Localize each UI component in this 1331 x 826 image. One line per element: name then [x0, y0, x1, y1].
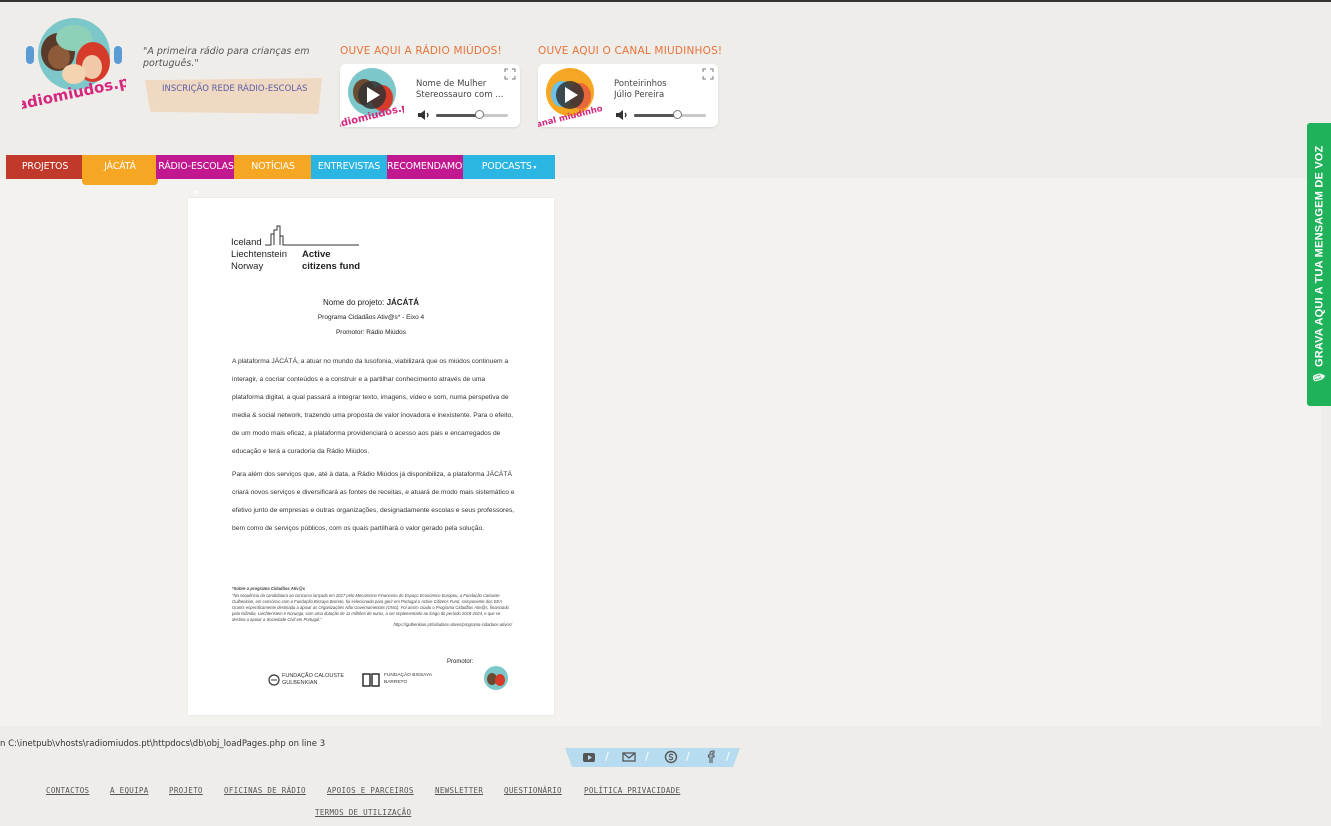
- tab-label: NOTÍCIAS: [251, 161, 295, 172]
- tab-noticias[interactable]: NOTÍCIAS: [234, 155, 312, 179]
- paragraph-1: A plataforma JÁCÁTÁ, a atuar no mundo da…: [232, 358, 514, 455]
- project-name-line: Nome do projeto: JÁCÁTÁ: [188, 298, 554, 307]
- song-artist: Stereossauro com ...: [416, 90, 504, 100]
- tagline: "A primeira rádio para crianças em portu…: [143, 46, 310, 69]
- project-label: Nome do projeto:: [322, 298, 385, 307]
- chevron-down-icon: ▾: [531, 164, 537, 171]
- radio-miudos-player: radiomiudos.pt Nome de Mulher Stereossau…: [340, 64, 520, 127]
- eea-line-2: Liechtenstein: [231, 249, 287, 260]
- footer-link-apoios-e-parceiros[interactable]: APOIOS E PARCEIROS: [327, 786, 414, 795]
- youtube-icon[interactable]: [582, 750, 596, 764]
- tab-label: ENTREVISTAS: [317, 161, 381, 172]
- jacata-project-document: Iceland Liechtenstein Norway Active citi…: [188, 198, 554, 715]
- play-icon[interactable]: [358, 81, 386, 109]
- fundacao-bissaya-barreto-logo: FUNDAÇÃO BISSAYA BARRETO: [362, 672, 442, 690]
- skype-icon[interactable]: [664, 750, 678, 764]
- radio-miudos-thumbnail: radiomiudos.pt: [340, 68, 404, 127]
- footer-link-newsletter[interactable]: NEWSLETTER: [435, 786, 483, 795]
- fundacao-gulbenkian-logo: FUNDAÇÃO CALOUSTE GULBENKIAN: [268, 672, 363, 690]
- eea-grants-logo: Iceland Liechtenstein Norway Active citi…: [231, 224, 361, 272]
- eea-citizens-fund: citizens fund: [302, 261, 361, 272]
- footnote-text: "Na sequência da candidatura ao concurso…: [232, 593, 509, 622]
- tab-podcasts[interactable]: PODCASTS ▾: [463, 155, 555, 179]
- tab-entrevistas[interactable]: ENTREVISTAS: [311, 155, 387, 179]
- facebook-icon[interactable]: [704, 750, 718, 764]
- now-playing: Ponteirinhos Júlio Pereira: [614, 79, 709, 101]
- signup-rede-radio-escolas-button[interactable]: INSCRIÇÃO REDE RÁDIO-ESCOLAS: [145, 78, 322, 114]
- footer-link-politica-privacidade[interactable]: POLÍTICA PRIVACIDADE: [584, 786, 680, 795]
- play-icon[interactable]: [556, 81, 584, 109]
- tab-jacata[interactable]: JÁCÁTÁ: [82, 155, 158, 185]
- footnote-url: https://gulbenkian.pt/cidadaos-ativos/pr…: [393, 622, 512, 627]
- song-title: Ponteirinhos: [614, 79, 667, 89]
- footer-link-questionario[interactable]: QUESTIONÁRIO: [504, 786, 562, 795]
- main-nav: PROJETOS JÁCÁTÁ RÁDIO-ESCOLAS ▾ NOTÍCIAS…: [0, 155, 560, 196]
- mail-icon[interactable]: [622, 750, 636, 764]
- now-playing: Nome de Mulher Stereossauro com ...: [416, 79, 511, 101]
- player-title-radio-miudos: OUVE AQUI A RÁDIO MIÚDOS!: [340, 45, 502, 57]
- footnote-title: *Sobre o programa Cidadãos Ativ@s: [232, 586, 306, 591]
- paragraph-2: Para além dos serviços que, até à data, …: [232, 471, 515, 532]
- record-voice-message-button[interactable]: 🎙︎ GRAVA AQUI A TUA MENSAGEM DE VOZ: [1307, 123, 1331, 406]
- tab-label: PROJETOS: [21, 161, 69, 172]
- radiomiudos-logo[interactable]: radiomiudos.pt: [22, 12, 126, 112]
- tab-projetos[interactable]: PROJETOS: [6, 155, 84, 179]
- tab-label: RÁDIO-ESCOLAS: [158, 161, 234, 172]
- footer-link-oficinas-de-radio[interactable]: OFICINAS DE RÁDIO: [224, 786, 306, 795]
- player-title-canal-miudinhos: OUVE AQUI O CANAL MIUDINHOS!: [538, 45, 723, 57]
- social-divider: /: [686, 750, 690, 763]
- radiomiudos-small-logo: [484, 666, 508, 690]
- volume-slider-knob[interactable]: [475, 110, 485, 119]
- eea-active: Active: [302, 249, 331, 260]
- record-voice-label: 🎙︎ GRAVA AQUI A TUA MENSAGEM DE VOZ: [1313, 145, 1326, 384]
- bissaya-barreto-icon: [362, 673, 380, 687]
- footer-link-projeto[interactable]: PROJETO: [169, 786, 203, 795]
- song-title: Nome de Mulher: [416, 79, 487, 89]
- song-artist: Júlio Pereira: [614, 90, 665, 100]
- tab-recomendamos[interactable]: RECOMENDAMOS: [387, 155, 468, 179]
- social-divider: /: [645, 750, 649, 763]
- footer-link-termos-de-utilizacao[interactable]: TERMOS DE UTILIZAÇÃO: [315, 808, 411, 817]
- tab-label: PODCASTS: [481, 161, 532, 172]
- php-error-message: n C:\inetpub\vhosts\radiomiudos.pt\httpd…: [0, 739, 326, 749]
- eea-skyline-icon: [265, 225, 359, 246]
- tab-radio-escolas[interactable]: RÁDIO-ESCOLAS ▾: [156, 155, 236, 196]
- top-border: [0, 0, 1331, 2]
- fund2-text: FUNDAÇÃO BISSAYA BARRETO: [384, 673, 432, 685]
- volume-slider-knob[interactable]: [673, 110, 683, 119]
- volume-slider[interactable]: [634, 110, 706, 119]
- volume-icon[interactable]: [417, 109, 431, 121]
- tab-label: JÁCÁTÁ: [104, 161, 136, 172]
- volume-slider[interactable]: [436, 110, 508, 119]
- eea-line-3: Norway: [231, 261, 264, 272]
- footer-link-a-equipa[interactable]: A EQUIPA: [110, 786, 149, 795]
- social-divider: /: [726, 750, 730, 763]
- promoter-line: Promotor: Rádio Miúdos: [335, 329, 407, 336]
- chevron-down-icon: ▾: [194, 189, 198, 196]
- canal-miudinhos-player: canal miudinhos Ponteirinhos Júlio Perei…: [538, 64, 718, 127]
- program-line: Programa Cidadãos Ativ@s* - Eixo 4: [317, 314, 425, 321]
- social-bar: / / / /: [565, 748, 740, 767]
- expand-icon[interactable]: [504, 68, 516, 80]
- project-name: JÁCÁTÁ: [386, 298, 420, 307]
- microphone-icon: 🎙︎: [1313, 366, 1326, 384]
- footer-link-contactos[interactable]: CONTACTOS: [46, 786, 89, 795]
- canal-miudinhos-thumbnail: canal miudinhos: [538, 68, 602, 127]
- gulbenkian-icon: [268, 674, 280, 686]
- promotor-label: Promotor:: [447, 659, 474, 665]
- eea-line-1: Iceland: [231, 237, 262, 248]
- expand-icon[interactable]: [702, 68, 714, 80]
- fund1-text: FUNDAÇÃO CALOUSTE GULBENKIAN: [282, 673, 345, 686]
- volume-icon[interactable]: [615, 109, 629, 121]
- tab-label: RECOMENDAMOS: [387, 161, 468, 172]
- social-divider: /: [605, 750, 609, 763]
